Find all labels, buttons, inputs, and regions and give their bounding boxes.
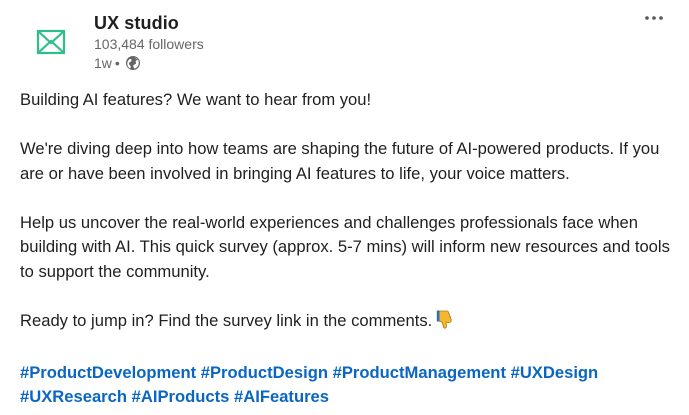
hashtag-link[interactable]: #ProductDevelopment xyxy=(20,363,196,382)
ellipsis-icon xyxy=(645,16,663,20)
post-meta: 1w • xyxy=(94,53,204,73)
meta-separator: • xyxy=(114,55,120,71)
author-info: UX studio 103,484 followers 1w • xyxy=(94,11,204,73)
pointing-down-hand-icon xyxy=(436,309,454,337)
hashtag-link[interactable]: #AIFeatures xyxy=(234,387,329,406)
post-header: UX studio 103,484 followers 1w • xyxy=(20,8,670,78)
hashtag-link[interactable]: #AIProducts xyxy=(132,387,230,406)
company-logo[interactable] xyxy=(20,11,82,73)
ux-studio-logo-icon xyxy=(36,29,66,55)
hashtag-link[interactable]: #UXDesign xyxy=(511,363,599,382)
hashtag-link[interactable]: #ProductDesign xyxy=(201,363,328,382)
hashtag-link[interactable]: #UXResearch xyxy=(20,387,127,406)
author-name[interactable]: UX studio xyxy=(94,11,204,35)
post-time: 1w xyxy=(94,55,112,71)
post-paragraph-context: We're diving deep into how teams are sha… xyxy=(20,139,660,183)
follower-count: 103,484 followers xyxy=(94,36,204,52)
post-paragraph-survey: Help us uncover the real-world experienc… xyxy=(20,212,670,281)
more-options-button[interactable] xyxy=(641,8,667,28)
globe-icon xyxy=(125,55,141,71)
post-body: Building AI features? We want to hear fr… xyxy=(20,88,680,410)
feed-post: UX studio 103,484 followers 1w • Buildin… xyxy=(0,0,689,415)
post-paragraph-cta: Ready to jump in? Find the survey link i… xyxy=(20,309,680,337)
post-paragraph-intro: Building AI features? We want to hear fr… xyxy=(20,90,372,109)
hashtag-link[interactable]: #ProductManagement xyxy=(333,363,506,382)
cta-text: Ready to jump in? Find the survey link i… xyxy=(20,310,433,330)
hashtag-list: #ProductDevelopment #ProductDesign #Prod… xyxy=(20,361,680,410)
